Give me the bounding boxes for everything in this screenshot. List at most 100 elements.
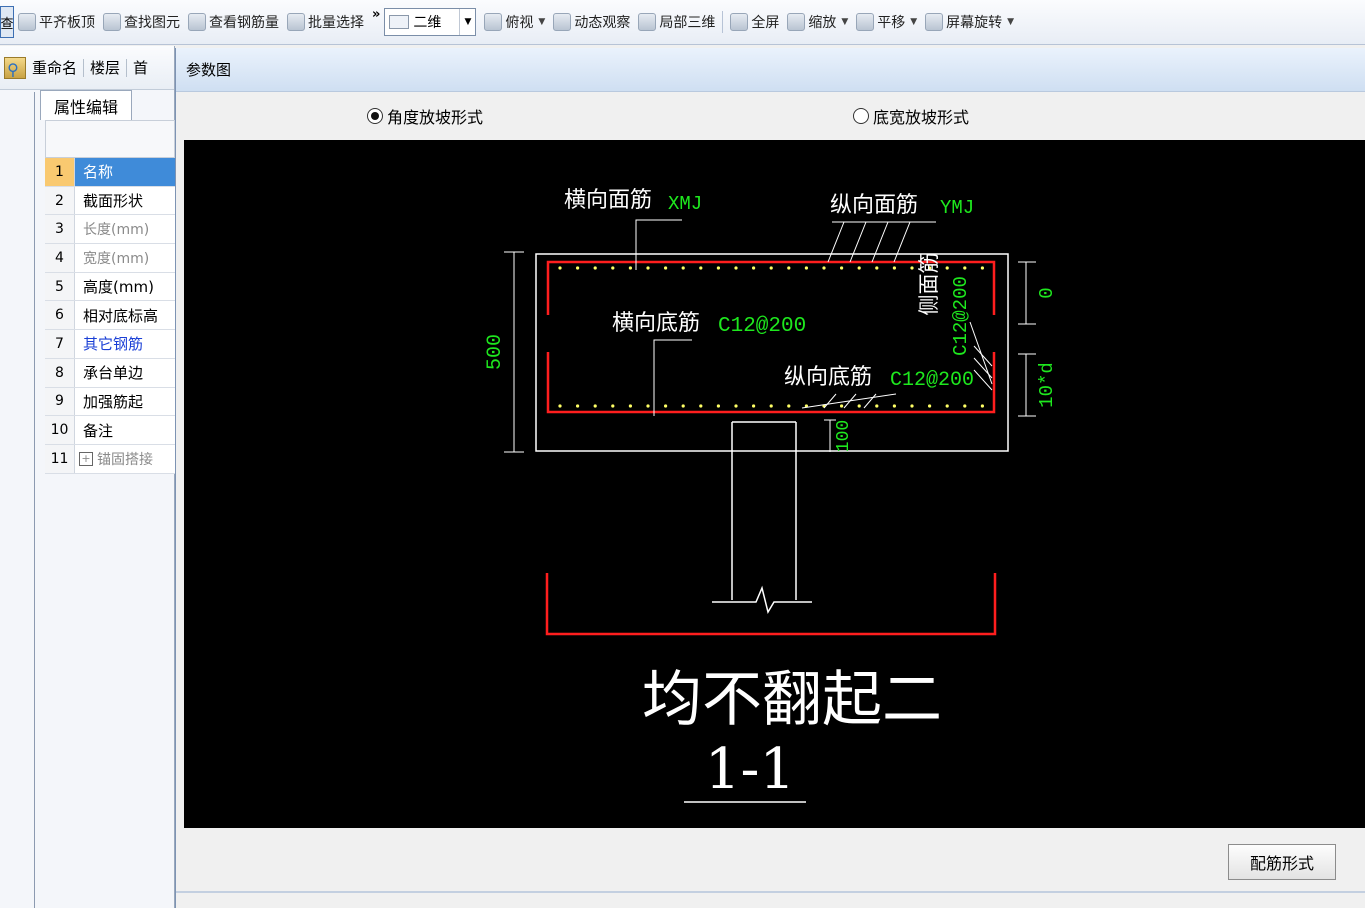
fullscreen-button[interactable]: 全屏 [726, 8, 783, 36]
rebar-dot [840, 404, 844, 408]
view-mode-select[interactable]: 二维 ▼ [384, 8, 477, 36]
table-row[interactable]: 11 + 锚固搭接 [45, 444, 175, 474]
bottom-bracket-rebar [545, 573, 997, 636]
query-button[interactable]: 查 [0, 6, 14, 38]
leader-bottom-cross [653, 339, 692, 416]
side-rebar-label: 侧面筋 [917, 253, 941, 316]
batch-select-button[interactable]: 批量选择 [283, 8, 368, 36]
rebar-dot [945, 404, 949, 408]
toolbar-separator [83, 58, 85, 77]
rebar-dot [787, 266, 791, 270]
bottom-long-rebar-label: 纵向底筋 [784, 365, 872, 390]
panel-divider [34, 92, 35, 908]
orbit-icon [553, 13, 572, 31]
table-row[interactable]: 7 其它钢筋 [45, 330, 175, 359]
table-row[interactable]: 3 长度(mm) [45, 215, 175, 245]
table-row[interactable]: 8 承台单边 [45, 358, 175, 388]
table-row[interactable]: 10 备注 [45, 416, 175, 445]
table-row[interactable]: 4 宽度(mm) [45, 244, 175, 273]
view-rebar-amount-button[interactable]: 查看钢筋量 [184, 8, 283, 36]
top-cross-rebar-code: XMJ [668, 193, 702, 215]
chevron-down-icon: ▼ [1007, 17, 1015, 27]
rebar-dot [558, 404, 562, 408]
parameter-drawing-canvas[interactable]: 500 0 10*d 100 横向面筋 XMJ 纵向面筋 YMJ 横向底筋 C1… [184, 140, 1365, 828]
rebar-dot [840, 266, 844, 270]
rebar-section-drawing: 500 0 10*d 100 横向面筋 XMJ 纵向面筋 YMJ 横向底筋 C1… [484, 188, 1058, 803]
chevron-down-icon: ▼ [910, 17, 918, 27]
screen-rotate-button[interactable]: 屏幕旋转 ▼ [921, 8, 1018, 36]
top-cross-rebar-label: 横向面筋 [564, 188, 652, 213]
radio-bottom-width-slope[interactable]: 底宽放坡形式 [853, 104, 969, 128]
chevron-down-icon: ▼ [841, 17, 849, 27]
rebar-dot [664, 266, 668, 270]
rebar-dot [628, 266, 632, 270]
zoom-extents-icon [730, 13, 749, 31]
table-row[interactable]: 2 截面形状 [45, 186, 175, 216]
chevron-down-icon: ▼ [459, 9, 475, 35]
main-toolbar: 查 平齐板顶 查找图元 查看钢筋量 批量选择 » 二维 ▼ 俯视 ▼ 动态观察 局… [0, 0, 1365, 45]
binoculars-icon [103, 13, 121, 31]
rebar-dot [769, 404, 773, 408]
rebar-dot [787, 404, 791, 408]
first-floor-button[interactable]: 首 [133, 57, 148, 78]
tab-property-edit[interactable]: 属性编辑 [40, 90, 132, 120]
zoom-button[interactable]: 缩放 ▼ [783, 8, 852, 36]
hatch-bottom-long [801, 393, 897, 409]
rebar-dot [628, 404, 632, 408]
search-icon[interactable]: ⚲ [0, 54, 26, 84]
floor-button[interactable]: 楼层 [90, 57, 120, 78]
table-row[interactable]: 9 加强筋起 [45, 387, 175, 417]
hand-icon [856, 13, 875, 31]
rebar-dot [752, 266, 756, 270]
dim-zero-label: 0 [1036, 287, 1058, 298]
find-element-button[interactable]: 查找图元 [99, 8, 184, 36]
side-rebar-code: C12@200 [950, 276, 972, 356]
table-row[interactable]: 5 高度(mm) [45, 272, 175, 302]
rebar-dot [646, 266, 650, 270]
table-row[interactable]: 6 相对底标高 [45, 301, 175, 331]
local-3d-button[interactable]: 局部三维 [634, 8, 719, 36]
table-row[interactable]: 1 名称 [45, 158, 175, 187]
rebar-dot [928, 404, 932, 408]
rebar-dot [857, 266, 861, 270]
rebar-view-icon [188, 13, 206, 31]
diagram-caption: 均不翻起二 [642, 665, 942, 735]
dialog-title: 参数图 [176, 48, 1365, 92]
rebar-dot [593, 266, 597, 270]
property-panel-toolbar: 重命名 楼层 首 [0, 46, 174, 90]
rebar-dot [681, 404, 685, 408]
top-view-button[interactable]: 俯视 ▼ [480, 8, 549, 36]
pan-button[interactable]: 平移 ▼ [852, 8, 921, 36]
bottom-cross-rebar-code: C12@200 [718, 315, 806, 338]
top-long-rebar-label: 纵向面筋 [830, 193, 918, 218]
align-slab-icon [18, 13, 36, 31]
rebar-dot [752, 404, 756, 408]
rebar-dot [734, 266, 738, 270]
rebar-form-button[interactable]: 配筋形式 [1228, 844, 1336, 880]
radio-checked-icon [367, 108, 383, 124]
radio-angle-slope[interactable]: 角度放坡形式 [367, 104, 483, 128]
expand-icon[interactable]: + [79, 451, 93, 466]
rebar-dot [576, 266, 580, 270]
rebar-dot [963, 404, 967, 408]
align-slab-top-button[interactable]: 平齐板顶 [14, 8, 99, 36]
zoom-icon [787, 13, 806, 31]
dialog-divider [176, 891, 1365, 893]
rename-button[interactable]: 重命名 [32, 57, 77, 78]
rebar-dot [892, 404, 897, 408]
dim-height-label: 500 [484, 334, 507, 370]
rebar-dot [910, 266, 914, 270]
batch-select-icon [287, 13, 305, 31]
rebar-dot [857, 404, 861, 408]
rebar-dot [716, 266, 721, 270]
rebar-dot [646, 404, 650, 408]
rebar-dot [593, 404, 597, 408]
radio-unchecked-icon [853, 108, 869, 124]
dynamic-observe-button[interactable]: 动态观察 [549, 8, 634, 36]
toolbar-separator [126, 58, 128, 77]
rebar-dot [664, 404, 668, 408]
column-break-line [712, 585, 812, 614]
toolbar-overflow-button[interactable]: » [372, 7, 380, 22]
rebar-dot [910, 404, 914, 408]
top-long-rebar-code: YMJ [940, 197, 974, 219]
